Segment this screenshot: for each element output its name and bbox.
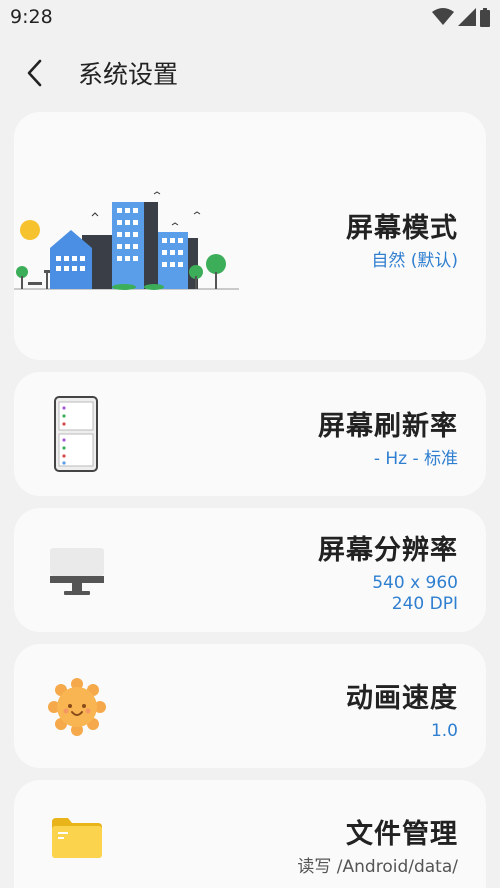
screen-mode-title: 屏幕模式 <box>346 213 458 244</box>
back-button[interactable] <box>0 48 70 98</box>
screen-mode-card[interactable]: 屏幕模式 自然 (默认) <box>14 112 486 360</box>
refresh-rate-text: 屏幕刷新率 - Hz - 标准 <box>318 404 458 470</box>
cell-signal-icon <box>458 8 476 26</box>
resolution-text: 屏幕分辨率 540 x 960 240 DPI <box>318 528 458 615</box>
resolution-value: 540 x 960 240 DPI <box>318 573 458 615</box>
resolution-title: 屏幕分辨率 <box>318 535 458 566</box>
status-time: 9:28 <box>10 6 53 28</box>
phone-icon <box>54 396 98 472</box>
refresh-rate-card[interactable]: 屏幕刷新率 - Hz - 标准 <box>14 372 486 496</box>
file-management-text: 文件管理 读写 /Android/data/ <box>297 812 458 878</box>
animation-speed-title: 动画速度 <box>346 683 458 714</box>
animation-speed-card[interactable]: 动画速度 1.0 <box>14 644 486 768</box>
folder-icon <box>52 818 102 858</box>
file-management-card[interactable]: 文件管理 读写 /Android/data/ <box>14 780 486 888</box>
refresh-rate-value: - Hz - 标准 <box>373 449 458 469</box>
resolution-size: 540 x 960 <box>372 573 458 593</box>
resolution-dpi: 240 DPI <box>391 594 458 614</box>
animation-speed-text: 动画速度 1.0 <box>346 676 458 742</box>
back-arrow-icon <box>27 59 42 87</box>
battery-icon <box>480 7 490 27</box>
wifi-icon <box>432 8 454 25</box>
resolution-card[interactable]: 屏幕分辨率 540 x 960 240 DPI <box>14 508 486 632</box>
app-bar: 系统设置 <box>0 48 500 98</box>
page-title: 系统设置 <box>78 60 179 89</box>
city-illustration-icon <box>14 191 239 290</box>
file-management-title: 文件管理 <box>346 819 458 850</box>
animation-speed-value: 1.0 <box>430 721 458 741</box>
status-icons <box>432 7 490 27</box>
screen-mode-text: 屏幕模式 自然 (默认) <box>346 206 458 272</box>
sun-face-icon <box>48 678 106 736</box>
status-bar: 9:28 <box>0 0 500 34</box>
screen-mode-value: 自然 (默认) <box>371 251 458 271</box>
refresh-rate-title: 屏幕刷新率 <box>318 411 458 442</box>
monitor-icon <box>50 548 104 595</box>
file-management-value: 读写 /Android/data/ <box>297 857 458 877</box>
